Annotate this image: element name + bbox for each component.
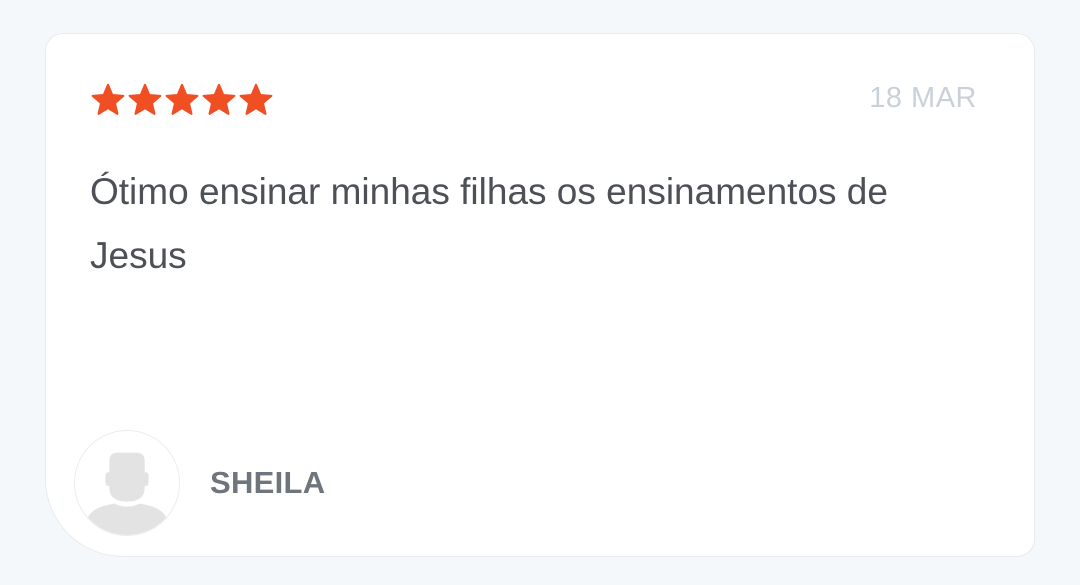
avatar [74,430,180,536]
review-card: 18 MAR Ótimo ensinar minhas filhas os en… [45,33,1035,557]
star-icon [201,83,237,117]
star-icon [90,83,126,117]
review-date: 18 MAR [869,82,977,114]
star-icon [238,83,274,117]
author-name: SHEILA [210,465,326,500]
star-rating [90,83,274,117]
star-icon [127,83,163,117]
star-icon [164,83,200,117]
user-avatar-icon [75,431,179,535]
review-text: Ótimo ensinar minhas filhas os ensinamen… [90,171,888,276]
